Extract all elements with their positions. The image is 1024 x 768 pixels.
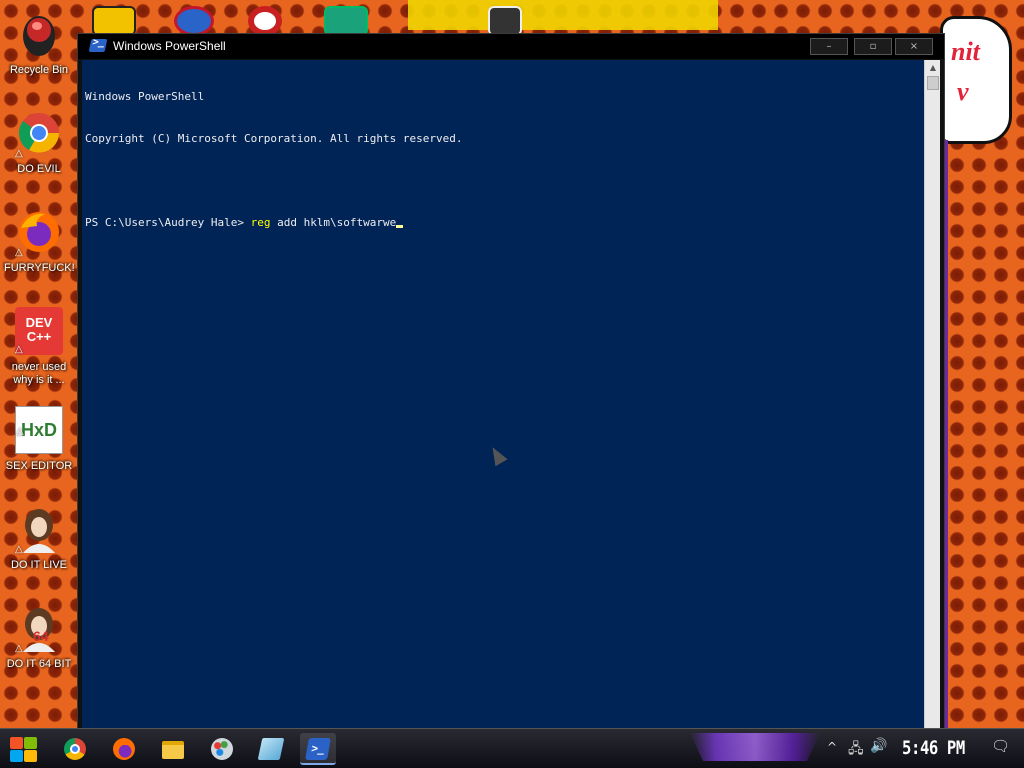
desktop-icons: Recycle Bin △ DO EVIL △ FURRYFUCK! DEV C… [0, 0, 78, 728]
start-button[interactable] [8, 735, 38, 763]
desktop-icon-label: SEX EDITOR [5, 460, 73, 472]
desktop-icon-label: FURRYFUCK! [4, 262, 75, 274]
maximize-button[interactable]: ▫ [854, 38, 892, 55]
chrome-icon [64, 738, 86, 760]
desktop-icon-do-it-live[interactable]: △ DO IT LIVE [4, 501, 74, 591]
vertical-scrollbar[interactable]: ▲ [924, 60, 940, 728]
shortcut-arrow-icon: △ [15, 247, 23, 258]
shortcut-arrow-icon: △ [15, 643, 23, 654]
taskbar-decoration [690, 733, 820, 761]
devcpp-glyph-text: DEV C++ [25, 315, 53, 344]
comic-text-1: nit [951, 37, 980, 66]
console-line: Windows PowerShell [85, 90, 205, 103]
console-prompt: PS C:\Users\Audrey Hale> [85, 216, 251, 229]
app-icon-blue-eye[interactable] [174, 6, 214, 34]
desktop-icon-label: never used why is it ... [11, 361, 67, 386]
desktop-icon-recycle-bin[interactable]: Recycle Bin [4, 6, 74, 96]
scrollbar-thumb[interactable] [927, 76, 939, 90]
shortcut-arrow-icon: △ [15, 544, 23, 555]
console-prompt-line[interactable]: PS C:\Users\Audrey Hale> reg add hklm\so… [85, 216, 921, 230]
desktop-icon-label: DO IT 64 BIT [6, 658, 72, 670]
shortcut-arrow-icon: △ [15, 148, 23, 159]
desktop-icon-sex-editor[interactable]: HxD △ SEX EDITOR [4, 402, 74, 492]
app-icon-green[interactable] [324, 6, 368, 34]
taskbar-firefox[interactable] [106, 733, 142, 765]
notepad-icon [257, 738, 285, 760]
devcpp-icon: DEV C++ △ [15, 307, 63, 355]
start-logo-tile [24, 750, 37, 762]
start-logo-tile [10, 750, 23, 762]
app-icon-red-ring[interactable] [248, 6, 282, 34]
network-icon[interactable]: 🖧 [848, 738, 864, 762]
comic-text-2: v [957, 77, 969, 106]
taskbar-paint[interactable] [204, 733, 240, 765]
desktop-icon-label: Recycle Bin [9, 64, 69, 76]
desktop-icon-devcpp[interactable]: DEV C++ △ never used why is it ... [4, 303, 74, 393]
shortcut-arrow-icon: △ [15, 344, 23, 355]
firefox-icon: △ [15, 208, 63, 258]
app-icon-yellow[interactable] [92, 6, 136, 34]
chrome-icon: △ [15, 109, 63, 159]
hxd-glyph-text: HxD [20, 420, 57, 440]
console-command-args: add hklm\softwarwe [270, 216, 397, 229]
taskbar-chrome[interactable] [57, 733, 93, 765]
notification-icon[interactable]: 🗨 [991, 737, 1010, 755]
app-icon-yellow-bg [408, 0, 718, 30]
comic-bubble: nit v [940, 16, 1012, 144]
start-logo-icon [10, 737, 23, 749]
folder-icon [162, 741, 184, 759]
console-line: Copyright (C) Microsoft Corporation. All… [85, 132, 463, 145]
window-titlebar[interactable]: Windows PowerShell – ▫ × [78, 34, 944, 59]
volume-icon[interactable]: 🔊 [870, 738, 887, 754]
portrait-64-icon: 64 △ [15, 604, 63, 654]
desktop-icon-label: DO IT LIVE [10, 559, 68, 571]
tray-chevron-icon[interactable]: ^ [827, 740, 837, 754]
firefox-icon [113, 738, 135, 760]
taskbar-clock[interactable]: 5:46 PM [902, 737, 965, 759]
badge-64: 64 [33, 628, 49, 644]
console-command-keyword: reg [250, 216, 271, 229]
powershell-window[interactable]: Windows PowerShell – ▫ × Windows PowerSh… [77, 33, 945, 733]
desktop-icon-do-it-64-bit[interactable]: 64 △ DO IT 64 BIT [4, 600, 74, 690]
taskbar: >_ ^ 🖧 🔊 🗨 5:46 PM [0, 728, 1024, 768]
powershell-icon [88, 39, 108, 52]
recycle-bin-icon [15, 10, 63, 58]
minimize-button[interactable]: – [810, 38, 848, 55]
portrait-icon: △ [15, 505, 63, 555]
paint-palette-icon [211, 738, 233, 760]
text-caret [396, 225, 404, 228]
taskbar-file-explorer[interactable] [155, 733, 191, 765]
start-logo-tile [24, 737, 37, 749]
taskbar-powershell[interactable]: >_ [300, 733, 336, 765]
close-button[interactable]: × [895, 38, 933, 55]
hxd-icon: HxD △ [15, 406, 63, 454]
app-icon-dark[interactable] [488, 6, 522, 34]
powershell-icon: >_ [305, 738, 331, 760]
scroll-up-arrow-icon[interactable]: ▲ [925, 60, 941, 76]
desktop-icon-do-evil[interactable]: △ DO EVIL [4, 105, 74, 195]
desktop-icon-label: DO EVIL [17, 163, 61, 175]
taskbar-notepad[interactable] [253, 733, 289, 765]
top-icons-strip [78, 0, 948, 34]
shortcut-arrow-icon: △ [16, 426, 24, 437]
desktop-icon-furryfuck[interactable]: △ FURRYFUCK! [4, 204, 75, 294]
console-output[interactable]: Windows PowerShell Copyright (C) Microso… [82, 60, 924, 728]
window-title: Windows PowerShell [113, 39, 226, 53]
